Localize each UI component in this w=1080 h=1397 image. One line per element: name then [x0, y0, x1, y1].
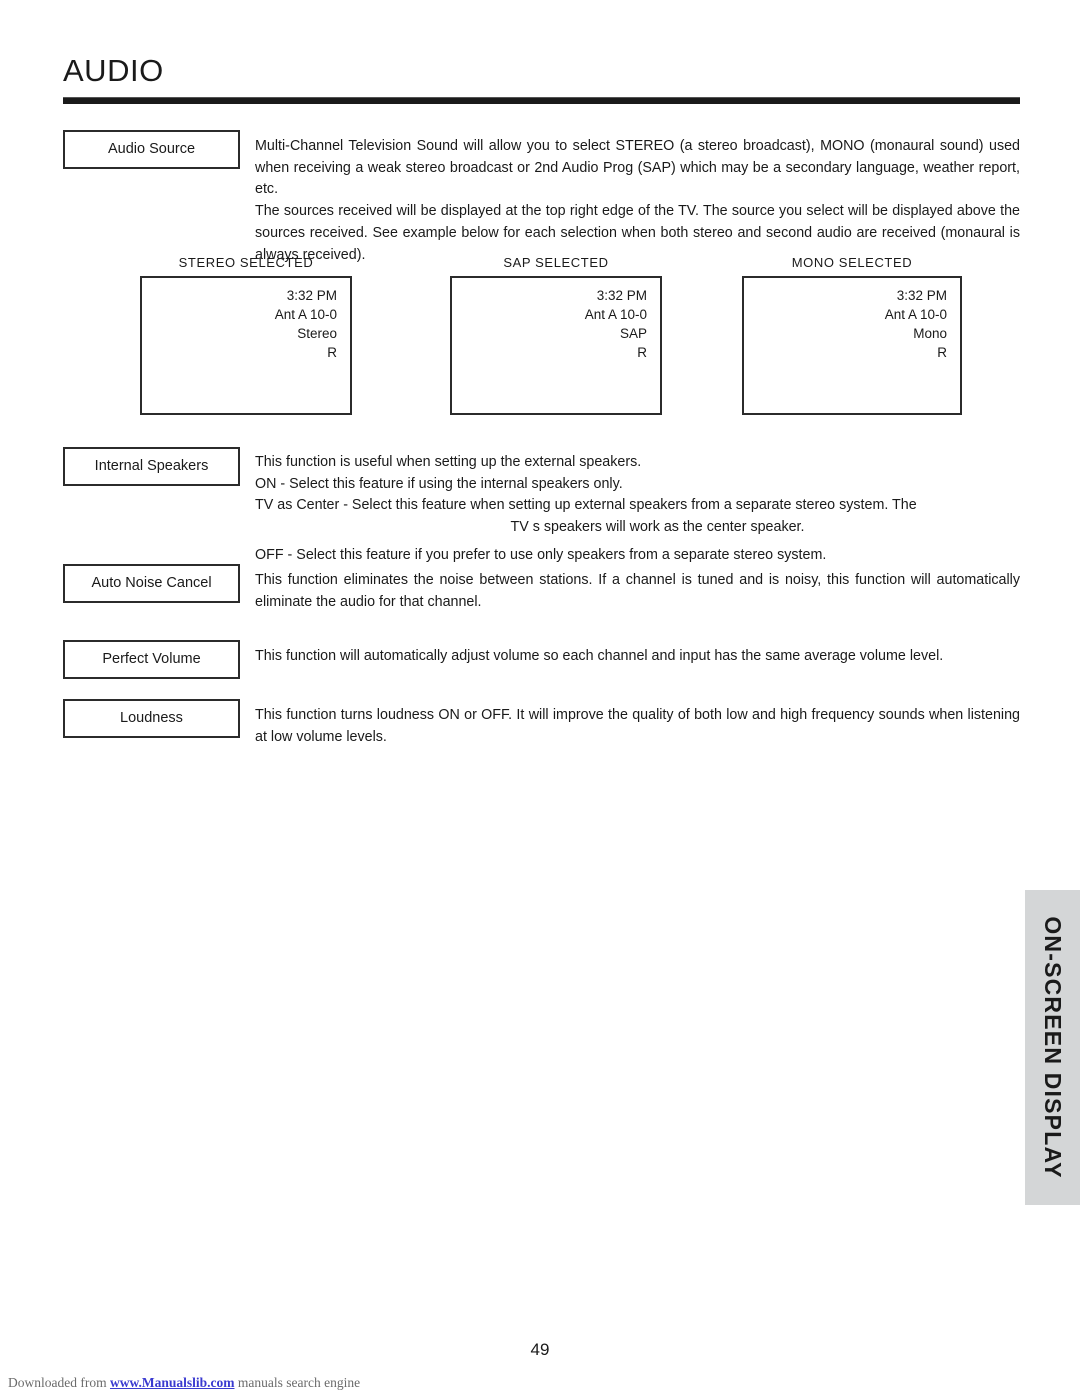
tv-screen: 3:32 PM Ant A 10-0 SAP R: [450, 276, 662, 415]
title-divider: [63, 97, 1020, 104]
tv-osd-channel: Ant A 10-0: [274, 307, 337, 323]
tv-example-caption: STEREO SELECTED: [178, 255, 314, 270]
section-label-audio-source: Audio Source: [63, 130, 240, 170]
section-label-internal-speakers: Internal Speakers: [63, 447, 240, 487]
tv-osd-time: 3:32 PM: [896, 288, 947, 303]
side-tab-on-screen-display: ON-SCREEN DISPLAY: [1025, 890, 1080, 1205]
tv-screen: 3:32 PM Ant A 10-0 Stereo R: [140, 276, 352, 415]
paragraph: OFF - Select this feature if you prefer …: [255, 546, 827, 563]
tv-example-group: STEREO SELECTED 3:32 PM Ant A 10-0 Stere…: [0, 255, 1080, 430]
paragraph: TV as Center - Select this feature when …: [255, 497, 917, 514]
section-label-auto-noise-cancel: Auto Noise Cancel: [63, 564, 240, 604]
tv-osd-audio-mode: Stereo: [297, 326, 337, 342]
paragraph: This function turns loudness ON or OFF. …: [255, 707, 1020, 745]
tv-example-sap: SAP SELECTED 3:32 PM Ant A 10-0 SAP R: [450, 255, 662, 415]
tv-osd-channel: Ant A 10-0: [884, 307, 947, 323]
section-label-loudness: Loudness: [63, 699, 240, 739]
paragraph: Multi-Channel Television Sound will allo…: [255, 138, 1020, 198]
download-notice-suffix: manuals search engine: [234, 1375, 361, 1390]
tv-osd-audio-mode: Mono: [913, 326, 947, 342]
paragraph: This function is useful when setting up …: [255, 454, 642, 470]
tv-osd-time: 3:32 PM: [596, 288, 647, 303]
manualslib-link[interactable]: www.Manualslib.com: [110, 1375, 235, 1390]
tv-example-mono: MONO SELECTED 3:32 PM Ant A 10-0 Mono R: [742, 255, 962, 415]
paragraph: This function eliminates the noise betwe…: [255, 572, 1020, 610]
side-tab-label: ON-SCREEN DISPLAY: [1040, 916, 1066, 1179]
paragraph: ON - Select this feature if using the in…: [255, 475, 623, 492]
tv-osd-audio-mode: SAP: [619, 326, 647, 342]
tv-osd-received: R: [937, 345, 947, 361]
section-body-audio-source: Multi-Channel Television Sound will allo…: [255, 136, 1020, 266]
tv-example-caption: SAP SELECTED: [503, 255, 609, 270]
tv-osd-received: R: [637, 345, 647, 361]
paragraph: This function will automatically adjust …: [255, 648, 944, 664]
tv-osd-channel: Ant A 10-0: [584, 307, 647, 323]
section-label-perfect-volume: Perfect Volume: [63, 640, 240, 680]
section-body-internal-speakers: This function is useful when setting up …: [255, 452, 1020, 567]
section-body-perfect-volume: This function will automatically adjust …: [255, 646, 1020, 668]
manual-page: AUDIO Audio Source Multi-Channel Televis…: [0, 0, 1080, 1397]
tv-screen: 3:32 PM Ant A 10-0 Mono R: [742, 276, 962, 415]
section-body-auto-noise-cancel: This function eliminates the noise betwe…: [255, 570, 1020, 613]
download-notice: Downloaded from www.Manualslib.com manua…: [8, 1375, 360, 1391]
section-body-loudness: This function turns loudness ON or OFF. …: [255, 705, 1020, 748]
download-notice-prefix: Downloaded from: [8, 1375, 110, 1390]
paragraph-indented: TV s speakers will work as the center sp…: [510, 519, 805, 536]
page-title: AUDIO: [63, 53, 164, 88]
page-number: 49: [530, 1340, 550, 1359]
tv-osd-received: R: [327, 345, 337, 361]
tv-example-caption: MONO SELECTED: [791, 255, 913, 270]
tv-example-stereo: STEREO SELECTED 3:32 PM Ant A 10-0 Stere…: [140, 255, 352, 415]
tv-osd-time: 3:32 PM: [286, 288, 337, 303]
